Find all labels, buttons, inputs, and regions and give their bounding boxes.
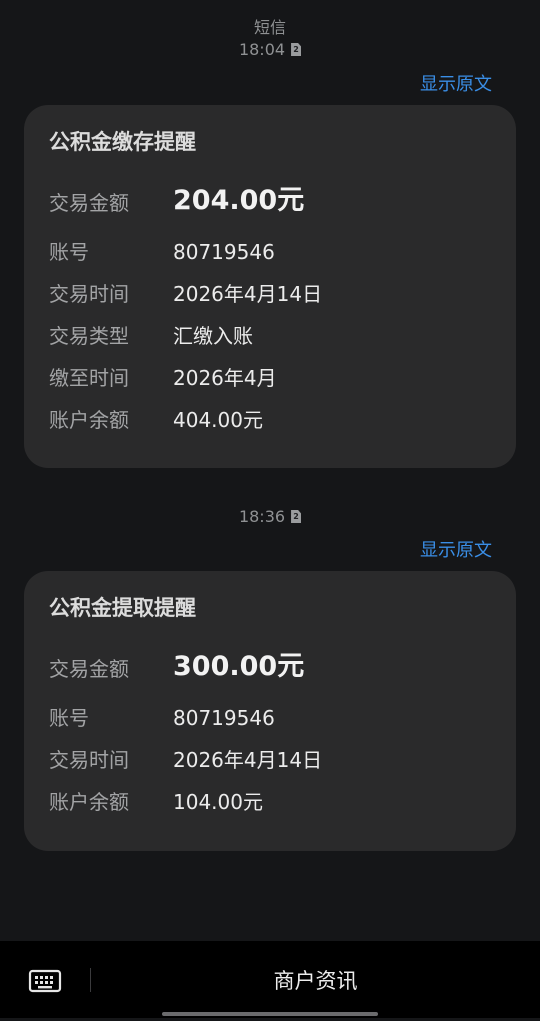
card-title: 公积金缴存提醒 xyxy=(49,130,196,154)
home-indicator[interactable] xyxy=(162,1012,378,1016)
paid-until-value: 2026年4月 xyxy=(173,366,277,390)
info-row-type: 交易类型 汇缴入账 xyxy=(49,320,499,350)
card-title: 公积金提取提醒 xyxy=(49,596,196,620)
merchant-info-menu-button[interactable]: 商户资讯 xyxy=(91,941,540,1018)
time-value: 2026年4月14日 xyxy=(173,748,323,772)
row-label: 账户余额 xyxy=(49,408,129,432)
sim-card-icon: 2 xyxy=(291,510,302,523)
sim-card-icon: 2 xyxy=(291,43,302,56)
info-row-paid-until: 缴至时间 2026年4月 xyxy=(49,362,499,392)
row-label: 交易时间 xyxy=(49,282,129,306)
info-row-balance: 账户余额 404.00元 xyxy=(49,404,499,434)
sim-label: 短信 xyxy=(253,18,286,37)
balance-value: 404.00元 xyxy=(173,408,263,432)
time-text: 18:04 xyxy=(238,40,286,59)
info-row-time: 交易时间 2026年4月14日 xyxy=(49,278,499,308)
amount-value: 300.00元 xyxy=(173,651,305,682)
balance-value: 104.00元 xyxy=(173,790,263,814)
account-value[interactable]: 80719546 xyxy=(173,706,275,730)
bottom-menu-bar: 商户资讯 xyxy=(0,941,540,1018)
amount-value: 204.00元 xyxy=(173,185,305,216)
info-row-account: 账号 80719546 xyxy=(49,702,499,732)
time-text: 18:36 xyxy=(238,507,286,526)
row-label: 交易时间 xyxy=(49,748,129,772)
info-row-amount: 交易金额 300.00元 xyxy=(49,651,499,683)
info-row-time: 交易时间 2026年4月14日 xyxy=(49,744,499,774)
row-label: 账号 xyxy=(49,240,89,264)
row-label: 交易类型 xyxy=(49,324,129,348)
show-original-button-1[interactable]: 显示原文 xyxy=(420,74,492,96)
message-card-withdrawal[interactable]: 公积金提取提醒 交易金额 300.00元 账号 80719546 交易时间 20… xyxy=(24,571,516,851)
account-value[interactable]: 80719546 xyxy=(173,240,275,264)
message-time-2: 18:36 2 xyxy=(0,507,540,527)
message-time-1: 18:04 2 xyxy=(0,40,540,60)
info-row-balance: 账户余额 104.00元 xyxy=(49,786,499,816)
show-original-button-2[interactable]: 显示原文 xyxy=(420,540,492,562)
time-value: 2026年4月14日 xyxy=(173,282,323,306)
type-value: 汇缴入账 xyxy=(173,324,253,348)
info-row-account: 账号 80719546 xyxy=(49,236,499,266)
row-label: 交易金额 xyxy=(49,657,129,681)
keyboard-icon[interactable] xyxy=(28,966,62,996)
row-label: 账号 xyxy=(49,706,89,730)
row-label: 账户余额 xyxy=(49,790,129,814)
message-card-deposit[interactable]: 公积金缴存提醒 交易金额 204.00元 账号 80719546 交易时间 20… xyxy=(24,105,516,468)
row-label: 缴至时间 xyxy=(49,366,129,390)
info-row-amount: 交易金额 204.00元 xyxy=(49,185,499,217)
row-label: 交易金额 xyxy=(49,191,129,215)
